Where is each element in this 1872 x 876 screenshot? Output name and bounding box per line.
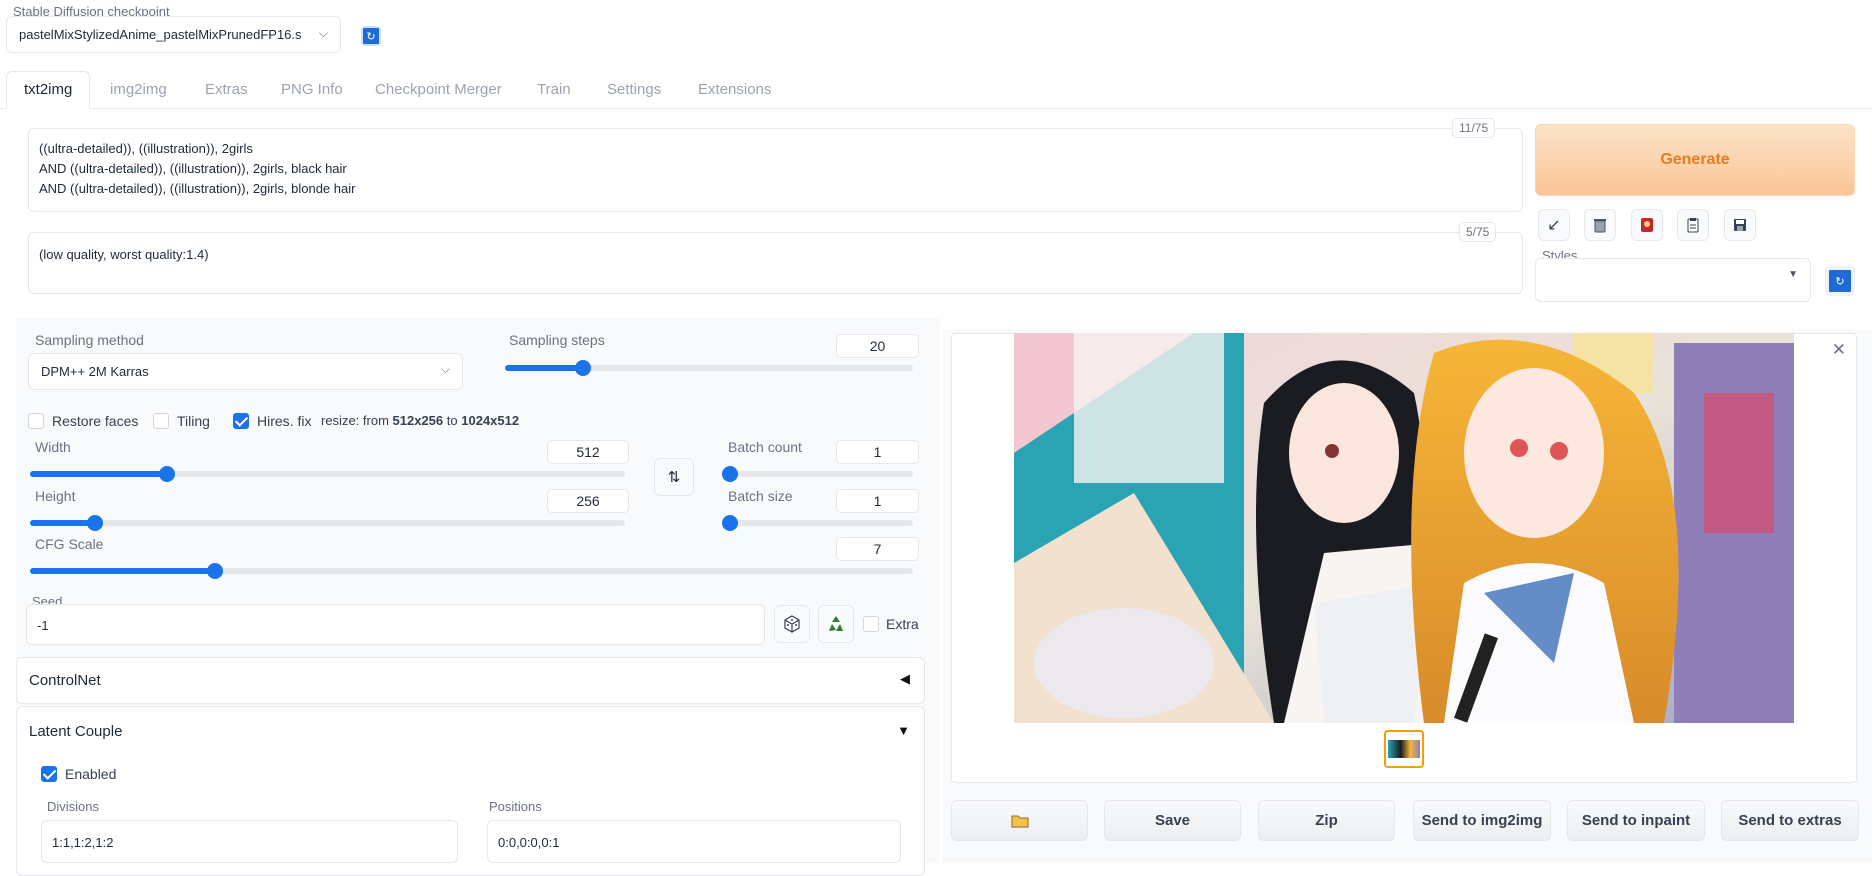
latent-enabled-checkbox[interactable] [41,766,57,782]
folder-icon [1011,815,1028,827]
send-to-img2img-button[interactable]: Send to img2img [1413,800,1551,841]
swap-dimensions-button[interactable]: ⇅ [654,458,694,496]
arrow-icon[interactable]: ↙ [1538,209,1570,241]
tab-png-info[interactable]: PNG Info [281,80,343,106]
cfg-scale-input[interactable]: 7 [836,537,919,561]
extra-seed-checkbox[interactable] [863,616,879,632]
refresh-checkpoint-icon[interactable]: ↻ [361,26,381,46]
positions-label: Positions [489,799,542,814]
refresh-styles-icon[interactable]: ↻ [1825,266,1855,296]
prompt-line: AND ((ultra-detailed)), ((illustration))… [39,161,347,176]
prompt-line: ((ultra-detailed)), ((illustration)), 2g… [39,141,253,156]
trash-icon[interactable] [1584,209,1616,241]
checkpoint-dropdown[interactable]: pastelMixStylizedAnime_pastelMixPrunedFP… [6,16,341,53]
gallery-thumbnail[interactable] [1384,730,1424,768]
tab-img2img[interactable]: img2img [110,80,167,106]
recycle-icon[interactable] [818,605,854,643]
dice-icon[interactable] [774,605,810,643]
sampling-method-dropdown[interactable]: DPM++ 2M Karras ⌵ [28,353,463,390]
generated-image[interactable] [1014,333,1794,723]
tab-txt2img[interactable]: txt2img [6,71,90,109]
height-label: Height [35,488,76,504]
sampling-steps-slider[interactable] [505,360,913,376]
hires-fix-label: Hires. fix [257,413,312,429]
send-to-inpaint-button[interactable]: Send to inpaint [1567,800,1705,841]
batch-size-input[interactable]: 1 [836,489,919,513]
tab-extras[interactable]: Extras [205,80,248,106]
prompt-token-counter: 11/75 [1452,118,1496,138]
batch-size-label: Batch size [728,488,793,504]
controlnet-title: ControlNet [29,672,101,689]
latent-enabled-label: Enabled [65,766,117,782]
extra-seed-label: Extra [886,616,919,632]
checkpoint-value: pastelMixStylizedAnime_pastelMixPrunedFP… [19,27,302,42]
tab-bar [0,108,1872,109]
tab-settings[interactable]: Settings [607,80,661,106]
sampling-steps-label: Sampling steps [509,332,605,348]
seed-input[interactable]: -1 [26,604,765,645]
width-label: Width [35,439,71,455]
card-icon[interactable] [1631,209,1663,241]
sampling-method-label: Sampling method [35,332,144,348]
tab-checkpoint-merger[interactable]: Checkpoint Merger [375,80,502,106]
restore-faces-checkbox[interactable] [28,413,44,429]
height-slider[interactable] [30,515,625,531]
save-button[interactable]: Save [1104,800,1241,841]
open-folder-button[interactable] [951,800,1088,841]
prompt-line: AND ((ultra-detailed)), ((illustration))… [39,181,356,196]
divisions-input[interactable]: 1:1,1:2,1:2 [41,820,458,863]
tab-train[interactable]: Train [537,80,571,106]
cfg-scale-slider[interactable] [30,563,913,579]
width-slider[interactable] [30,466,625,482]
send-to-extras-button[interactable]: Send to extras [1721,800,1859,841]
resize-info: resize: from 512x256 to 1024x512 [321,413,520,428]
clipboard-icon[interactable] [1677,209,1709,241]
chevron-down-icon: ⌵ [318,26,328,40]
negative-prompt-text: (low quality, worst quality:1.4) [39,247,209,262]
tiling-checkbox[interactable] [153,413,169,429]
height-input[interactable]: 256 [547,489,629,513]
batch-size-slider[interactable] [722,515,913,531]
batch-count-input[interactable]: 1 [836,440,919,464]
styles-dropdown[interactable]: ▼ [1535,258,1811,302]
positions-input[interactable]: 0:0,0:0,0:1 [487,820,901,863]
width-input[interactable]: 512 [547,440,629,464]
collapse-arrow-icon: ◀ [900,671,910,686]
sampling-method-value: DPM++ 2M Karras [41,364,149,379]
prompt-textarea[interactable]: ((ultra-detailed)), ((illustration)), 2g… [28,128,1523,212]
controlnet-accordion[interactable]: ControlNet ◀ [16,657,925,704]
batch-count-label: Batch count [728,439,802,455]
close-icon[interactable]: ✕ [1832,340,1846,360]
zip-button[interactable]: Zip [1258,800,1395,841]
restore-faces-label: Restore faces [52,413,139,429]
caret-down-icon: ▼ [1788,269,1798,280]
chevron-down-icon: ⌵ [440,362,450,376]
sampling-steps-input[interactable]: 20 [836,334,919,358]
expand-arrow-icon[interactable]: ▼ [897,723,910,738]
tiling-label: Tiling [177,413,210,429]
latent-couple-title[interactable]: Latent Couple [29,723,122,740]
hires-fix-checkbox[interactable] [233,413,249,429]
tab-extensions[interactable]: Extensions [698,80,771,106]
generate-button[interactable]: Generate [1535,124,1855,196]
batch-count-slider[interactable] [722,466,913,482]
divisions-label: Divisions [47,799,100,814]
negative-token-counter: 5/75 [1459,222,1497,242]
cfg-scale-label: CFG Scale [35,536,104,552]
save-icon[interactable] [1724,209,1756,241]
negative-prompt-textarea[interactable]: (low quality, worst quality:1.4) [28,232,1523,294]
